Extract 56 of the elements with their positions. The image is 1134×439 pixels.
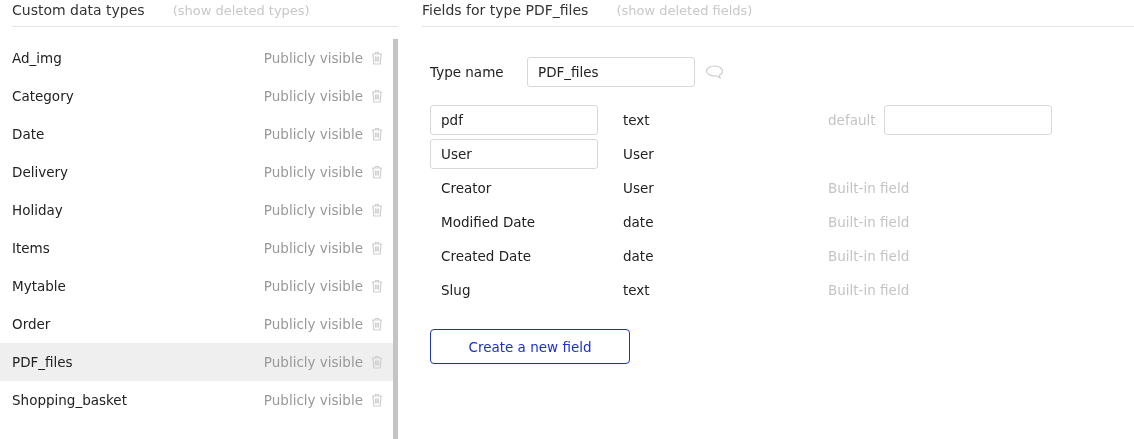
trash-icon[interactable] — [371, 203, 383, 217]
type-name: Category — [12, 88, 75, 104]
visibility-label: Publicly visible — [263, 164, 363, 180]
field-type: User — [623, 146, 655, 162]
panel-title: Custom data types — [12, 2, 145, 18]
trash-icon[interactable] — [371, 51, 383, 65]
type-list-item[interactable]: PDF_files Publicly visible — [0, 343, 393, 381]
visibility-label: Publicly visible — [263, 354, 363, 370]
built-in-label: Built-in field — [828, 248, 910, 264]
visibility-label: Publicly visible — [263, 278, 363, 294]
trash-icon[interactable] — [371, 355, 383, 369]
type-name: Holiday — [12, 202, 64, 218]
field-type: text — [623, 282, 651, 298]
trash-icon[interactable] — [371, 89, 383, 103]
field-type: date — [623, 214, 655, 230]
type-name: Ad_img — [12, 50, 63, 66]
comment-icon[interactable] — [705, 65, 724, 79]
type-name-label: Type name — [430, 64, 505, 80]
visibility-label: Publicly visible — [263, 202, 363, 218]
field-name-input[interactable]: pdf — [430, 105, 598, 135]
create-field-button[interactable]: Create a new field — [430, 329, 630, 364]
field-name: Creator — [441, 180, 493, 196]
default-value-input[interactable] — [884, 105, 1052, 135]
type-name-field[interactable]: PDF_files — [527, 57, 695, 87]
type-name: Delivery — [12, 164, 70, 180]
field-type: date — [623, 248, 655, 264]
built-in-label: Built-in field — [828, 282, 910, 298]
field-type: text — [623, 112, 651, 128]
type-name: Order — [12, 316, 52, 332]
visibility-label: Publicly visible — [263, 126, 363, 142]
trash-icon[interactable] — [371, 279, 383, 293]
visibility-label: Publicly visible — [263, 392, 363, 408]
type-name: Shopping_basket — [12, 392, 128, 408]
visibility-label: Publicly visible — [263, 316, 363, 332]
field-name: Created Date — [441, 248, 532, 264]
type-name: Items — [12, 240, 51, 256]
type-name: PDF_files — [12, 354, 74, 370]
field-type: User — [623, 180, 655, 196]
type-name: Date — [12, 126, 46, 142]
trash-icon[interactable] — [371, 393, 383, 407]
field-name: Modified Date — [441, 214, 537, 230]
visibility-label: Publicly visible — [263, 240, 363, 256]
built-in-label: Built-in field — [828, 214, 910, 230]
trash-icon[interactable] — [371, 317, 383, 331]
visibility-label: Publicly visible — [263, 50, 363, 66]
default-label: default — [828, 112, 877, 128]
built-in-label: Built-in field — [828, 180, 910, 196]
trash-icon[interactable] — [371, 127, 383, 141]
field-name: Slug — [441, 282, 472, 298]
field-name-input[interactable]: User — [430, 139, 598, 169]
trash-icon[interactable] — [371, 241, 383, 255]
type-name: Mytable — [12, 278, 67, 294]
trash-icon[interactable] — [371, 165, 383, 179]
panel-title: Fields for type PDF_files — [422, 2, 589, 18]
visibility-label: Publicly visible — [263, 88, 363, 104]
scrollbar[interactable] — [393, 39, 398, 439]
